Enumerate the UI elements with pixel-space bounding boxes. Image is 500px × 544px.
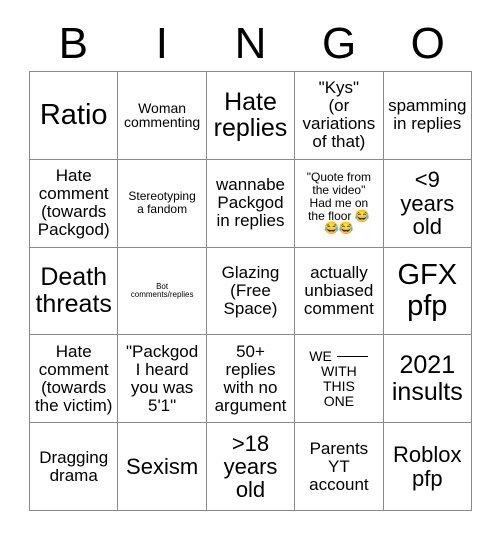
bingo-cell-r2c2[interactable]: Stereotyping a fandom (118, 159, 207, 248)
bingo-card: B I N G O Ratio Woman commenting Hate repl… (0, 0, 500, 544)
bingo-cell-label: "Kys" (or variations of that) (302, 78, 376, 152)
bingo-cell-r5c3[interactable]: >18 years old (206, 423, 296, 511)
bingo-cell-r1c5[interactable]: spamming in replies (383, 72, 472, 160)
bingo-cell-r4c4[interactable]: WE WITH THIS ONE (295, 335, 384, 424)
bingo-cell-label: spamming in replies (388, 96, 467, 134)
bingo-cell-label: Roblox pfp (393, 442, 462, 491)
bingo-cell-r1c1[interactable]: Ratio (30, 72, 119, 160)
bingo-cell-label: Death threats (35, 263, 112, 318)
bingo-cell-label: <9 years old (400, 167, 455, 239)
bingo-cell-r1c2[interactable]: Woman commenting (118, 72, 207, 160)
bingo-cell-r5c2[interactable]: Sexism (118, 423, 207, 511)
bingo-cell-r5c1[interactable]: Dragging drama (30, 423, 119, 511)
fill-in-blank-rule (336, 356, 368, 358)
bingo-cell-label: Bot comments/replies (130, 281, 194, 299)
bingo-cell-r5c4[interactable]: Parents YT account (295, 423, 384, 511)
header-letter-b: B (58, 18, 88, 68)
bingo-cell-label: Stereotyping a fandom (128, 189, 196, 217)
header-letter-n: N (234, 18, 267, 68)
bingo-cell-r4c5[interactable]: 2021 insults (383, 335, 472, 424)
bingo-cell-label: "Packgod I heard you was 5'1" (125, 341, 199, 415)
bingo-cell-r1c4[interactable]: "Kys" (or variations of that) (295, 72, 384, 160)
bingo-cell-label: Sexism (126, 453, 199, 479)
bingo-cell-label: Dragging drama (39, 447, 109, 485)
bingo-cell-label: WE WITH THIS ONE (298, 349, 379, 408)
bingo-cell-r4c3[interactable]: 50+ replies with no argument (206, 335, 296, 424)
bingo-cell-label: >18 years old (223, 430, 278, 503)
bingo-cell-label: Woman commenting (123, 99, 201, 131)
bingo-cell-r1c3[interactable]: Hate replies (206, 72, 296, 160)
bingo-cell-label: actually unbiased comment (303, 262, 374, 318)
bingo-cell-r5c5[interactable]: Roblox pfp (383, 423, 472, 511)
bingo-cell-label: Hate replies (213, 87, 288, 143)
bingo-cell-r3c5[interactable]: GFX pfp (383, 247, 472, 336)
bingo-cell-label: Hate comment (towards Packgod) (37, 166, 110, 240)
bingo-cell-r2c3[interactable]: wannabe Packgod in replies (206, 159, 296, 248)
bingo-cell-label: 50+ replies with no argument (214, 341, 287, 415)
bingo-cell-r3c2[interactable]: Bot comments/replies (118, 247, 207, 336)
bingo-cell-r2c4[interactable]: "Quote from the video" Had me on the flo… (295, 159, 384, 248)
bingo-cell-r3c3[interactable]: Glazing (Free Space) (206, 247, 296, 336)
bingo-cell-r3c1[interactable]: Death threats (30, 247, 119, 336)
header-letter-g: G (321, 18, 357, 68)
header-letter-i: I (155, 18, 168, 68)
bingo-cell-r4c2[interactable]: "Packgod I heard you was 5'1" (118, 335, 207, 424)
bingo-grid: Ratio Woman commenting Hate replies "Kys" (… (29, 71, 472, 511)
header-letter-o: O (410, 18, 445, 68)
bingo-cell-label: Parents YT account (309, 438, 369, 494)
bingo-cell-r3c4[interactable]: actually unbiased comment (295, 247, 384, 336)
bingo-cell-label: 2021 insults (391, 351, 463, 406)
bingo-cell-label: "Quote from the video" Had me on the flo… (306, 170, 372, 236)
bingo-cell-label: Ratio (39, 99, 108, 132)
bingo-cell-label: wannabe Packgod in replies (215, 175, 285, 231)
bingo-header-row: B I N G O (29, 16, 472, 71)
bingo-cell-r4c1[interactable]: Hate comment (towards the victim) (30, 335, 119, 424)
bingo-cell-r2c1[interactable]: Hate comment (towards Packgod) (30, 159, 119, 248)
bingo-cell-r2c5[interactable]: <9 years old (383, 159, 472, 248)
bingo-cell-label: Hate comment (towards the victim) (34, 341, 113, 415)
bingo-cell-label: Glazing (Free Space) (221, 262, 280, 318)
bingo-cell-label: GFX pfp (397, 259, 458, 322)
